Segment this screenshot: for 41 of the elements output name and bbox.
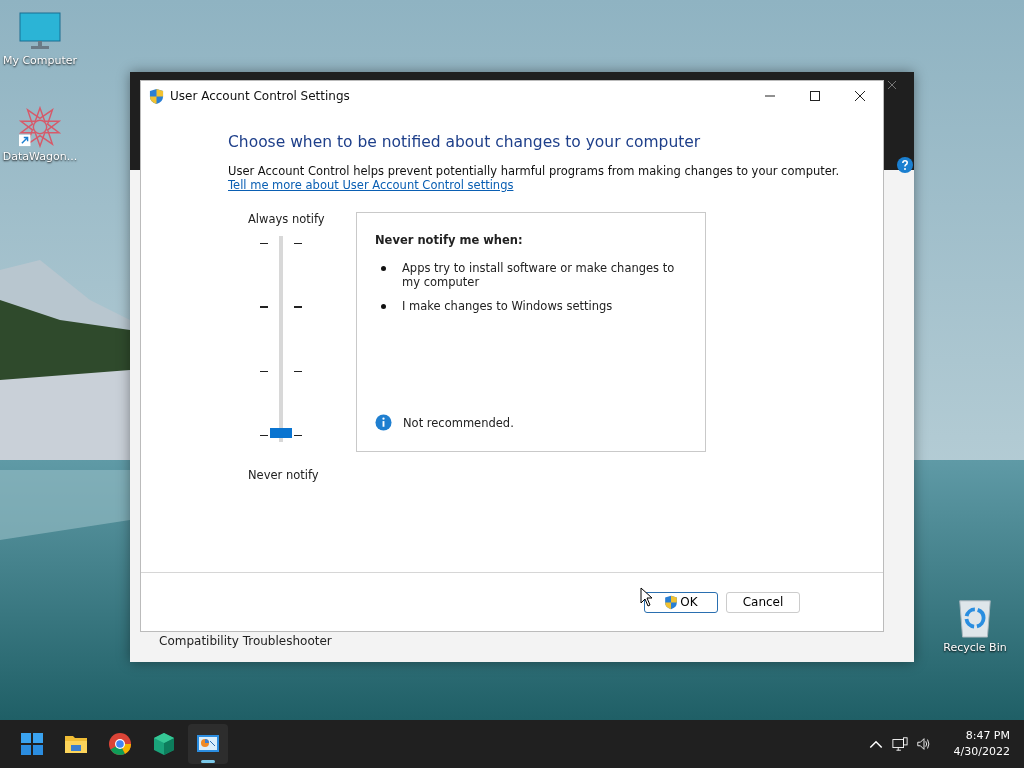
heading: Choose when to be notified about changes to your computer: [228, 133, 701, 151]
clock-time[interactable]: 8:47 PM: [965, 728, 1010, 744]
tick-mark: [294, 370, 302, 372]
slider-thumb[interactable]: [270, 428, 292, 438]
slider-label: Always notify: [248, 212, 325, 226]
help-link[interactable]: Tell me more about User Account Control settings: [228, 178, 514, 192]
bullet-text: Apps try to install software or make changes to my computer: [402, 261, 676, 289]
dialog-button[interactable]: OK: [644, 591, 718, 613]
panel-heading: Never notify me when:: [375, 233, 524, 247]
help-icon[interactable]: [897, 157, 913, 173]
windows-logo-icon[interactable]: [20, 732, 44, 756]
window-title: User Account Control Settings: [170, 89, 351, 103]
bullet-icon: [381, 304, 386, 309]
speaker-icon[interactable]: [915, 736, 932, 752]
bullet-text: I make changes to Windows settings: [402, 299, 613, 313]
network-icon[interactable]: [891, 736, 908, 752]
bullet-icon: [381, 266, 386, 271]
maximize-icon[interactable]: [809, 90, 821, 102]
tick-mark: [294, 306, 302, 308]
desktop-icon-label[interactable]: Recycle Bin: [943, 641, 1007, 654]
shield-icon: [664, 594, 679, 610]
clock-date[interactable]: 4/30/2022: [953, 744, 1010, 760]
shield-icon: [149, 87, 164, 105]
browser-icon[interactable]: [108, 732, 132, 756]
cube-icon[interactable]: [152, 732, 176, 756]
description-text: User Account Control helps prevent potentially harmful programs from making changes to your computer.: [228, 164, 840, 178]
info-icon: [375, 414, 392, 431]
dialog-button[interactable]: Cancel: [726, 591, 800, 613]
taskbar-app-button[interactable]: [188, 724, 228, 764]
close-icon[interactable]: [854, 90, 866, 102]
note-text: Not recommended.: [403, 415, 514, 430]
list-item[interactable]: Compatibility Troubleshooter: [159, 634, 332, 648]
mouse-cursor-icon: [640, 587, 652, 607]
tick-mark: [260, 434, 268, 436]
slider-label: Never notify: [248, 468, 319, 482]
tick-mark: [260, 370, 268, 372]
star-pattern-icon[interactable]: [18, 106, 62, 148]
tick-mark: [294, 242, 302, 244]
tick-mark: [260, 306, 268, 308]
tick-mark: [294, 434, 302, 436]
tick-mark: [260, 242, 268, 244]
